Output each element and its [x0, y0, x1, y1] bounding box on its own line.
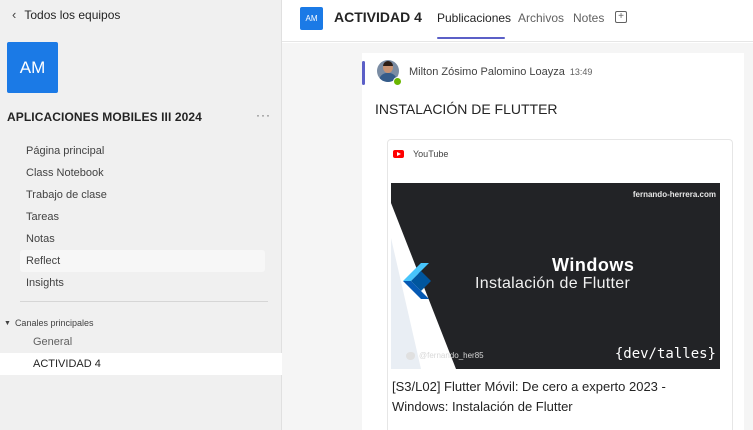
author-name[interactable]: Milton Zósimo Palomino Loayza [409, 66, 565, 78]
nav-item-assignments[interactable]: Tareas [20, 206, 265, 228]
tab-notes[interactable]: Notes [573, 11, 604, 25]
nav-item-class-notebook[interactable]: Class Notebook [20, 162, 265, 184]
team-avatar[interactable]: AM [7, 42, 58, 93]
channel-title: ACTIVIDAD 4 [334, 9, 422, 25]
caret-down-icon: ▼ [4, 319, 11, 327]
twitter-bird-icon [406, 351, 415, 360]
thumbnail-url-text: fernando-herrera.com [632, 190, 716, 199]
chevron-left-icon: ‹ [12, 7, 17, 22]
nav-item-home[interactable]: Página principal [20, 140, 265, 162]
video-title-link[interactable]: [S3/L02] Flutter Móvil: De cero a expert… [392, 377, 724, 417]
tab-posts[interactable]: Publicaciones [437, 11, 511, 25]
channel-avatar: AM [300, 7, 323, 30]
back-label: Todos los equipos [24, 7, 121, 22]
nav-item-insights[interactable]: Insights [20, 272, 265, 294]
channels-header[interactable]: ▼ Canales principales [4, 318, 93, 328]
post-time: 13:49 [569, 67, 593, 77]
author-line: Milton Zósimo Palomino Loayza 13:49 [409, 66, 592, 78]
active-tab-indicator [437, 37, 505, 39]
post-card: Milton Zósimo Palomino Loayza 13:49 INSTA… [362, 53, 744, 430]
avatar-hair [383, 61, 393, 66]
more-options-icon[interactable]: ··· [256, 108, 271, 122]
thumbnail-subheading: Instalación de Flutter [475, 275, 631, 292]
channel-header: AM ACTIVIDAD 4 Publicaciones Archivos No… [282, 0, 753, 42]
nav-item-reflect[interactable]: Reflect [20, 250, 265, 272]
divider [20, 301, 268, 302]
nav-item-grades[interactable]: Notas [20, 228, 265, 250]
sidebar: ‹ Todos los equipos AM APLICACIONES MOBI… [0, 0, 282, 430]
channel-actividad-4[interactable]: ACTIVIDAD 4 [0, 353, 282, 375]
thumbnail-brand: {dev/talles} [614, 346, 716, 362]
thumbnail-heading: Windows [552, 255, 635, 275]
link-preview-card[interactable]: YouTube fernando-herrera.com Windows Ins… [387, 139, 733, 430]
post-title: INSTALACIÓN DE FLUTTER [375, 101, 558, 117]
team-nav: Página principal Class Notebook Trabajo … [20, 140, 265, 294]
channel-general[interactable]: General [0, 331, 282, 353]
channels-header-label: Canales principales [14, 318, 94, 328]
posts-feed: Milton Zósimo Palomino Loayza 13:49 INSTA… [282, 43, 753, 430]
presence-available-icon [393, 77, 402, 86]
thumbnail-handle: @fernando_her85 [406, 351, 484, 360]
preview-source-label: YouTube [413, 149, 449, 159]
tab-files[interactable]: Archivos [518, 11, 564, 25]
video-thumbnail[interactable]: fernando-herrera.com Windows Instalación… [391, 183, 720, 369]
thumbnail-handle-text: @fernando_her85 [419, 351, 484, 360]
nav-item-classwork[interactable]: Trabajo de clase [20, 184, 265, 206]
team-name: APLICACIONES MOBILES III 2024 [7, 110, 202, 124]
post-accent-bar [362, 61, 365, 85]
add-tab-icon[interactable]: + [615, 11, 627, 23]
preview-source: YouTube [393, 149, 448, 159]
teams-window: ‹ Todos los equipos AM APLICACIONES MOBI… [0, 0, 753, 430]
back-to-teams-link[interactable]: ‹ Todos los equipos [12, 7, 120, 22]
youtube-icon [393, 150, 404, 158]
